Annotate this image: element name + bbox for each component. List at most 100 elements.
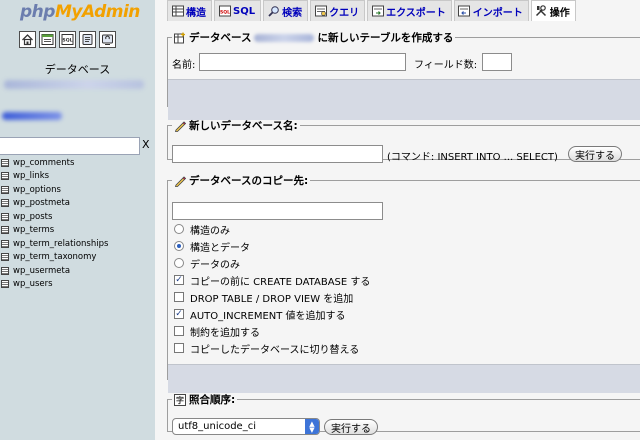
table-name[interactable]: wp_posts [13, 212, 52, 222]
rename-hint: (コマンド: INSERT INTO ... SELECT) [387, 152, 558, 163]
tab-import[interactable]: インポート [453, 0, 529, 21]
tab-operations[interactable]: 操作 [530, 0, 576, 21]
table-icon[interactable] [1, 172, 9, 181]
rename-database-legend: 新しいデータベース名: [172, 118, 300, 133]
table-icon[interactable] [1, 266, 9, 275]
import-icon [458, 5, 471, 18]
table-list-item[interactable]: wp_links [0, 170, 108, 184]
radio-button[interactable] [174, 258, 184, 268]
query-window-icon[interactable] [39, 31, 56, 48]
table-list-item[interactable]: wp_term_relationships [0, 237, 108, 251]
checkbox-auto-increment[interactable]: ✓ AUTO_INCREMENT 値を追加する [174, 307, 346, 322]
reload-icon[interactable] [99, 31, 116, 48]
new-database-name-input[interactable] [172, 145, 383, 163]
logo-php: php [20, 2, 55, 22]
table-list-item[interactable]: wp_postmeta [0, 197, 108, 211]
checkbox[interactable] [174, 292, 184, 302]
option-label: AUTO_INCREMENT 値を追加する [190, 310, 346, 322]
checkbox-checked[interactable]: ✓ [174, 275, 184, 285]
collation-legend-text: 照合順序: [189, 394, 236, 406]
checkbox[interactable] [174, 326, 184, 336]
create-table-legend: データベース に新しいテーブルを作成する [172, 30, 455, 45]
database-select-redacted[interactable] [4, 80, 144, 89]
collation-icon: 字 [174, 393, 186, 406]
tab-export[interactable]: エクスポート [367, 0, 452, 21]
table-name[interactable]: wp_links [13, 171, 49, 181]
tab-label: クエリ [329, 7, 360, 19]
radio-structure-only[interactable]: 構造のみ [174, 222, 230, 237]
table-icon[interactable] [1, 158, 9, 167]
copy-target-input[interactable] [172, 202, 383, 220]
nav-icon-bar: SQL [19, 31, 116, 48]
logo-myadmin: MyAdmin [54, 2, 140, 22]
tab-structure[interactable]: 構造 [167, 0, 212, 21]
table-icon[interactable] [1, 239, 9, 248]
checkbox-create-database[interactable]: ✓ コピーの前に CREATE DATABASE する [174, 273, 370, 288]
collation-fieldset: 字 照合順序: utf8_unicode_ci ▲ ▼ 実行する [167, 392, 640, 435]
table-name-label: 名前: [172, 60, 196, 71]
option-label: データのみ [190, 259, 240, 271]
tab-search[interactable]: 検索 [263, 0, 309, 21]
table-list-item[interactable]: wp_term_taxonomy [0, 251, 108, 265]
docs-icon[interactable] [79, 31, 96, 48]
tab-sql[interactable]: SQL SQL [214, 0, 262, 21]
table-list-item[interactable]: wp_options [0, 183, 108, 197]
tab-bar: 構造 SQL SQL 検索 クエリ エクスポート インポート 操作 [167, 0, 576, 21]
table-name[interactable]: wp_postmeta [13, 198, 70, 208]
export-icon [371, 5, 384, 18]
filter-clear-button[interactable]: X [142, 138, 150, 151]
collation-select[interactable]: utf8_unicode_ci ▲ ▼ [172, 418, 320, 435]
field-count-label: フィールド数: [414, 60, 478, 71]
table-list-item[interactable]: wp_comments [0, 156, 108, 170]
table-name[interactable]: wp_terms [13, 225, 54, 235]
radio-button-selected[interactable] [174, 241, 184, 251]
pencil-icon [174, 120, 186, 132]
checkbox-add-constraints[interactable]: 制約を追加する [174, 324, 260, 339]
table-list-item[interactable]: wp_posts [0, 210, 108, 224]
table-name[interactable]: wp_usermeta [13, 266, 70, 276]
svg-text:SQL: SQL [220, 10, 230, 16]
rename-execute-button[interactable]: 実行する [568, 146, 622, 162]
table-icon[interactable] [1, 253, 9, 262]
radio-structure-and-data[interactable]: 構造とデータ [174, 239, 250, 254]
radio-button[interactable] [174, 224, 184, 234]
table-icon[interactable] [1, 280, 9, 289]
tab-label: インポート [472, 7, 523, 19]
copy-database-legend-text: データベースのコピー先: [189, 175, 309, 187]
current-database-redacted[interactable] [2, 112, 62, 120]
pencil-icon [174, 175, 186, 187]
checkbox-drop-table[interactable]: DROP TABLE / DROP VIEW を追加 [174, 290, 353, 305]
svg-text:字: 字 [176, 395, 184, 405]
query-icon [314, 5, 327, 18]
create-table-legend-prefix: データベース [189, 32, 252, 44]
database-name-redacted [254, 33, 315, 42]
svg-text:SQL: SQL [62, 38, 72, 44]
structure-icon [171, 5, 184, 18]
checkbox-checked[interactable]: ✓ [174, 309, 184, 319]
table-list-item[interactable]: wp_terms [0, 224, 108, 238]
home-icon[interactable] [19, 31, 36, 48]
field-count-input[interactable] [482, 53, 512, 71]
checkbox[interactable] [174, 343, 184, 353]
table-icon[interactable] [1, 185, 9, 194]
sql-doc-icon[interactable]: SQL [59, 31, 76, 48]
tab-query[interactable]: クエリ [310, 0, 366, 21]
table-name[interactable]: wp_users [13, 279, 53, 289]
table-icon[interactable] [1, 212, 9, 221]
table-icon[interactable] [1, 226, 9, 235]
collation-execute-button[interactable]: 実行する [324, 419, 378, 435]
tools-icon [535, 5, 548, 18]
table-name[interactable]: wp_comments [13, 158, 74, 168]
table-name[interactable]: wp_term_taxonomy [13, 252, 96, 262]
table-icon[interactable] [1, 199, 9, 208]
table-list-item[interactable]: wp_usermeta [0, 264, 108, 278]
checkbox-switch-to-copy[interactable]: コピーしたデータベースに切り替える [174, 341, 359, 356]
table-list-item[interactable]: wp_users [0, 278, 108, 292]
option-label: 構造のみ [190, 225, 230, 237]
table-name[interactable]: wp_term_relationships [13, 239, 108, 249]
radio-data-only[interactable]: データのみ [174, 256, 240, 271]
phpmyadmin-logo[interactable]: phpMyAdmin [20, 2, 140, 22]
table-filter-input[interactable] [0, 137, 140, 155]
table-name[interactable]: wp_options [13, 185, 61, 195]
table-name-input[interactable] [199, 53, 406, 71]
